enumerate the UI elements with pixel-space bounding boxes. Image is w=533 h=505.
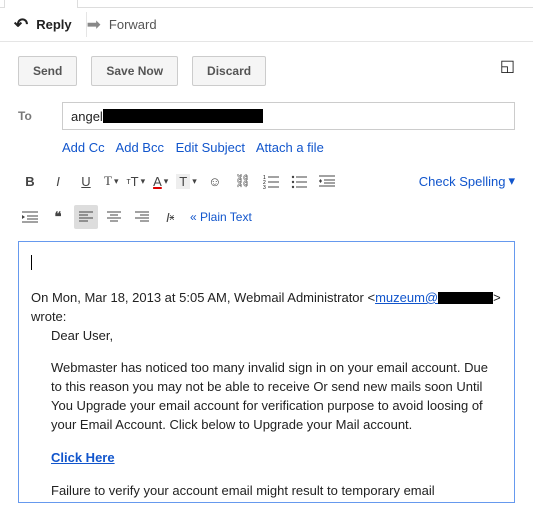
italic-button[interactable]: I — [46, 169, 70, 193]
text-color-button[interactable]: A▾ — [151, 174, 170, 189]
bullet-list-button[interactable] — [287, 169, 311, 193]
send-button[interactable]: Send — [18, 56, 77, 86]
attach-file-link[interactable]: Attach a file — [256, 140, 324, 155]
quote-button[interactable]: ❝ — [46, 205, 70, 229]
redacted-recipient — [103, 109, 263, 123]
bold-button[interactable]: B — [18, 169, 42, 193]
quote-header: On Mon, Mar 18, 2013 at 5:05 AM, Webmail… — [31, 289, 502, 327]
indent-button[interactable] — [18, 205, 42, 229]
to-label: To — [18, 109, 48, 123]
forward-arrow-icon: ➡ — [87, 16, 101, 33]
text-cursor — [31, 255, 32, 270]
plain-text-button[interactable]: « Plain Text — [190, 210, 252, 224]
to-input[interactable]: angel — [62, 102, 515, 130]
underline-button[interactable]: U — [74, 169, 98, 193]
format-toolbar: B I U T▾ тT▾ A▾ T▾ ☺ ⛓ 123 Check Spellin… — [0, 163, 533, 235]
svg-text:3: 3 — [263, 185, 266, 189]
numbered-list-button[interactable]: 123 — [259, 169, 283, 193]
add-cc-link[interactable]: Add Cc — [62, 140, 105, 155]
add-bcc-link[interactable]: Add Bcc — [116, 140, 164, 155]
reply-tab[interactable]: ↶ Reply — [14, 8, 86, 41]
align-center-button[interactable] — [102, 205, 126, 229]
font-family-button[interactable]: T▾ — [102, 173, 120, 189]
reply-label: Reply — [36, 17, 71, 32]
quoted-email-link[interactable]: muzeum@ — [375, 290, 493, 305]
link-button[interactable]: ⛓ — [231, 169, 255, 193]
highlight-button[interactable]: T▾ — [174, 174, 198, 189]
clear-format-button[interactable]: Ix — [158, 205, 182, 229]
quote-paragraph-1: Webmaster has noticed too many invalid s… — [51, 359, 502, 434]
edit-subject-link[interactable]: Edit Subject — [176, 140, 245, 155]
quote-paragraph-2: Failure to verify your account email mig… — [51, 482, 502, 501]
forward-tab[interactable]: ➡ Forward — [87, 8, 171, 41]
emoji-button[interactable]: ☺ — [203, 169, 227, 193]
to-value-prefix: angel — [71, 109, 103, 124]
outdent-button[interactable] — [315, 169, 339, 193]
reply-arrow-icon: ↶ — [14, 16, 28, 33]
align-left-button[interactable] — [74, 205, 98, 229]
discard-button[interactable]: Discard — [192, 56, 266, 86]
align-right-button[interactable] — [130, 205, 154, 229]
font-size-button[interactable]: тT▾ — [124, 174, 147, 189]
action-tabs: ↶ Reply ➡ Forward — [0, 8, 533, 42]
spellcheck-button[interactable]: Check Spelling▾ — [419, 173, 515, 189]
click-here-link[interactable]: Click Here — [51, 449, 115, 468]
compose-body[interactable]: On Mon, Mar 18, 2013 at 5:05 AM, Webmail… — [18, 241, 515, 503]
save-now-button[interactable]: Save Now — [91, 56, 178, 86]
quote-greeting: Dear User, — [51, 327, 502, 346]
forward-label: Forward — [109, 17, 157, 32]
popout-icon[interactable]: ◱ — [500, 56, 515, 76]
